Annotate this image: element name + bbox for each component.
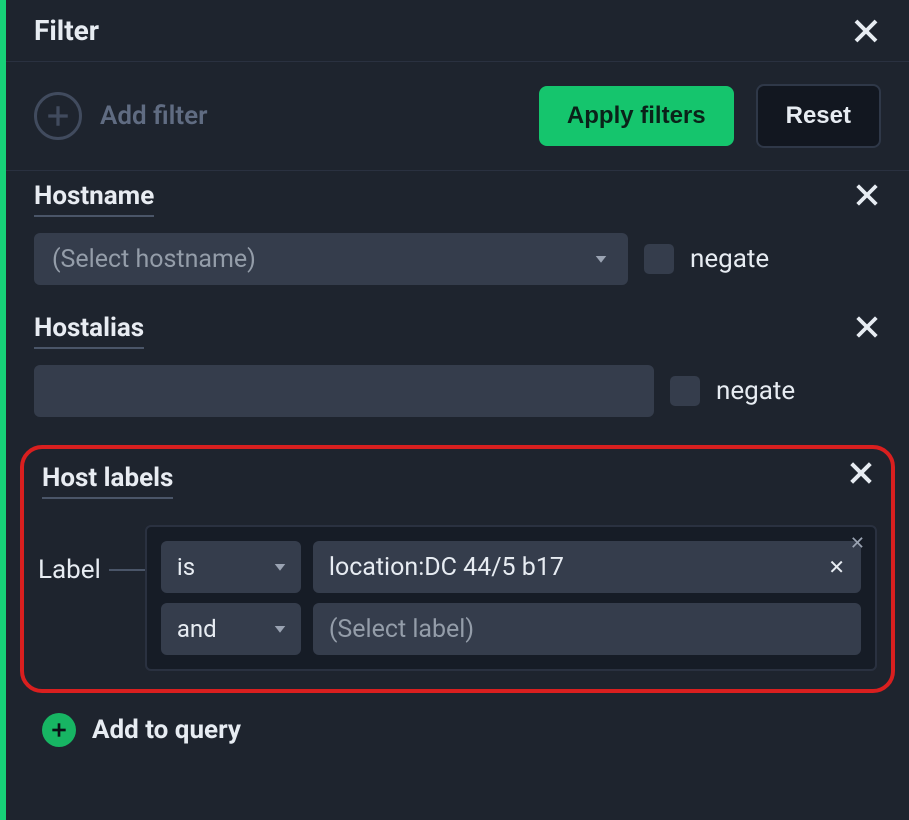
- hostname-placeholder: (Select hostname): [52, 245, 256, 274]
- label-side-text: Label: [38, 555, 109, 585]
- label-condition-row: is location:DC 44/5 b17 ✕: [161, 541, 861, 593]
- hostalias-negate-label: negate: [716, 376, 795, 406]
- add-to-query-label: Add to query: [92, 715, 241, 745]
- remove-hostalias-button[interactable]: [853, 313, 881, 345]
- plus-icon: [49, 720, 69, 740]
- caret-icon: [592, 250, 610, 268]
- hostalias-negate-checkbox[interactable]: [670, 376, 700, 406]
- add-to-query-button[interactable]: Add to query: [6, 703, 909, 757]
- label-condition-row: and (Select label): [161, 603, 861, 655]
- label-op-select-0[interactable]: is: [161, 541, 301, 593]
- close-icon: [851, 16, 881, 46]
- label-op-select-1[interactable]: and: [161, 603, 301, 655]
- close-icon: [853, 181, 881, 209]
- plus-circle-filled-icon: [42, 713, 76, 747]
- hostname-select[interactable]: (Select hostname): [34, 233, 628, 285]
- label-value-1[interactable]: (Select label): [313, 603, 861, 655]
- label-op-text: is: [177, 553, 195, 581]
- label-value-text: location:DC 44/5 b17: [329, 553, 824, 582]
- section-title-hostlabels: Host labels: [42, 463, 173, 499]
- hostname-negate-checkbox[interactable]: [644, 244, 674, 274]
- remove-hostname-button[interactable]: [853, 181, 881, 213]
- close-icon: [847, 459, 875, 487]
- panel-title: Filter: [34, 14, 99, 47]
- close-icon: [853, 313, 881, 341]
- label-value-remove-button[interactable]: ✕: [824, 555, 849, 579]
- remove-hostlabels-button[interactable]: [847, 459, 875, 491]
- label-conditions-box: ✕ is location:DC 44/5 b17 ✕: [145, 525, 877, 671]
- connector-line: [109, 569, 145, 571]
- add-filter-button[interactable]: Add filter: [34, 92, 207, 140]
- apply-filters-button[interactable]: Apply filters: [539, 86, 734, 146]
- label-value-0[interactable]: location:DC 44/5 b17 ✕: [313, 541, 861, 593]
- chevron-down-icon: [271, 558, 289, 576]
- hostname-negate-label: negate: [690, 244, 769, 274]
- plus-icon: [45, 103, 71, 129]
- chevron-down-icon: [271, 620, 289, 638]
- label-box-close-button[interactable]: ✕: [850, 533, 865, 554]
- chevron-down-icon: [592, 250, 610, 268]
- reset-button[interactable]: Reset: [756, 84, 881, 148]
- section-title-hostalias: Hostalias: [34, 313, 144, 349]
- section-title-hostname: Hostname: [34, 181, 154, 217]
- hostalias-input[interactable]: [34, 365, 654, 417]
- label-value-placeholder: (Select label): [329, 615, 849, 644]
- plus-circle-icon: [34, 92, 82, 140]
- add-filter-label: Add filter: [100, 101, 207, 131]
- label-op-text: and: [177, 615, 217, 643]
- panel-close-button[interactable]: [851, 16, 881, 46]
